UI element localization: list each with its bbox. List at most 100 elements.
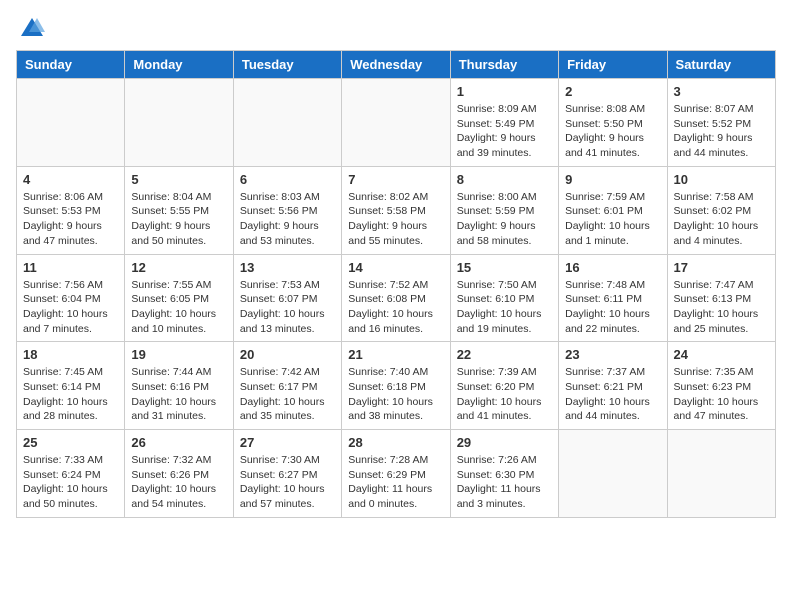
col-header-sunday: Sunday [17,51,125,79]
calendar-cell: 22Sunrise: 7:39 AM Sunset: 6:20 PM Dayli… [450,342,558,430]
calendar-cell: 28 Sunrise: 7:28 AM Sunset: 6:29 PM Dayli… [342,430,450,518]
calendar-week-2: 4 Sunrise: 8:06 AM Sunset: 5:53 PM Daylig… [17,166,776,254]
day-info: Sunrise: 7:32 AM Sunset: 6:26 PM Dayligh… [131,453,226,512]
day-info: Sunrise: 7:50 AM Sunset: 6:10 PM Dayligh… [457,278,552,337]
day-info: Sunrise: 7:56 AM Sunset: 6:04 PM Dayligh… [23,278,118,337]
calendar-cell: 7Sunrise: 8:02 AM Sunset: 5:58 PM Daylig… [342,166,450,254]
col-header-saturday: Saturday [667,51,775,79]
day-number: 1 [457,84,552,99]
day-info: Sunrise: 8:09 AM Sunset: 5:49 PM Dayligh… [457,102,552,161]
day-info: Sunrise: 8:03 AM Sunset: 5:56 PM Dayligh… [240,190,335,249]
calendar-cell: 21 Sunrise: 7:40 AM Sunset: 6:18 PM Dayli… [342,342,450,430]
day-number: 9 [565,172,660,187]
calendar-cell: 15 Sunrise: 7:50 AM Sunset: 6:10 PM Dayli… [450,254,558,342]
calendar-cell: 9 Sunrise: 7:59 AM Sunset: 6:01 PM Daylig… [559,166,667,254]
day-info: Sunrise: 7:58 AM Sunset: 6:02 PM Dayligh… [674,190,769,249]
calendar-cell: 2Sunrise: 8:08 AM Sunset: 5:50 PM Daylig… [559,79,667,167]
day-info: Sunrise: 7:53 AM Sunset: 6:07 PM Dayligh… [240,278,335,337]
calendar-cell [667,430,775,518]
day-number: 27 [240,435,335,450]
calendar-cell: 13 Sunrise: 7:53 AM Sunset: 6:07 PM Dayli… [233,254,341,342]
day-info: Sunrise: 7:42 AM Sunset: 6:17 PM Dayligh… [240,365,335,424]
calendar-cell: 18 Sunrise: 7:45 AM Sunset: 6:14 PM Dayli… [17,342,125,430]
day-info: Sunrise: 8:04 AM Sunset: 5:55 PM Dayligh… [131,190,226,249]
day-number: 19 [131,347,226,362]
day-info: Sunrise: 7:48 AM Sunset: 6:11 PM Dayligh… [565,278,660,337]
day-info: Sunrise: 8:06 AM Sunset: 5:53 PM Dayligh… [23,190,118,249]
calendar-cell: 10 Sunrise: 7:58 AM Sunset: 6:02 PM Dayli… [667,166,775,254]
day-number: 12 [131,260,226,275]
day-info: Sunrise: 8:07 AM Sunset: 5:52 PM Dayligh… [674,102,769,161]
day-number: 25 [23,435,118,450]
page-header [16,16,776,38]
calendar-cell: 26 Sunrise: 7:32 AM Sunset: 6:26 PM Dayli… [125,430,233,518]
day-number: 17 [674,260,769,275]
calendar-cell: 1 Sunrise: 8:09 AM Sunset: 5:49 PM Daylig… [450,79,558,167]
day-info: Sunrise: 7:28 AM Sunset: 6:29 PM Dayligh… [348,453,443,512]
day-info: Sunrise: 7:35 AM Sunset: 6:23 PM Dayligh… [674,365,769,424]
calendar-cell [559,430,667,518]
day-number: 18 [23,347,118,362]
calendar-cell [17,79,125,167]
col-header-monday: Monday [125,51,233,79]
day-number: 6 [240,172,335,187]
calendar-cell [342,79,450,167]
day-number: 23 [565,347,660,362]
day-info: Sunrise: 7:33 AM Sunset: 6:24 PM Dayligh… [23,453,118,512]
day-number: 21 [348,347,443,362]
day-number: 20 [240,347,335,362]
day-number: 29 [457,435,552,450]
logo-icon [19,14,45,40]
day-info: Sunrise: 7:40 AM Sunset: 6:18 PM Dayligh… [348,365,443,424]
calendar-week-3: 11 Sunrise: 7:56 AM Sunset: 6:04 PM Dayli… [17,254,776,342]
calendar-cell: 4 Sunrise: 8:06 AM Sunset: 5:53 PM Daylig… [17,166,125,254]
calendar-cell: 17 Sunrise: 7:47 AM Sunset: 6:13 PM Dayli… [667,254,775,342]
day-info: Sunrise: 8:00 AM Sunset: 5:59 PM Dayligh… [457,190,552,249]
day-number: 3 [674,84,769,99]
day-info: Sunrise: 8:08 AM Sunset: 5:50 PM Dayligh… [565,102,660,161]
day-number: 24 [674,347,769,362]
logo [16,16,45,38]
day-info: Sunrise: 7:30 AM Sunset: 6:27 PM Dayligh… [240,453,335,512]
col-header-wednesday: Wednesday [342,51,450,79]
calendar-week-5: 25 Sunrise: 7:33 AM Sunset: 6:24 PM Dayli… [17,430,776,518]
calendar-cell: 27 Sunrise: 7:30 AM Sunset: 6:27 PM Dayli… [233,430,341,518]
day-info: Sunrise: 7:37 AM Sunset: 6:21 PM Dayligh… [565,365,660,424]
day-number: 13 [240,260,335,275]
day-number: 15 [457,260,552,275]
day-info: Sunrise: 7:26 AM Sunset: 6:30 PM Dayligh… [457,453,552,512]
day-number: 26 [131,435,226,450]
calendar-cell [233,79,341,167]
calendar-cell: 11 Sunrise: 7:56 AM Sunset: 6:04 PM Dayli… [17,254,125,342]
col-header-friday: Friday [559,51,667,79]
calendar-cell: 14 Sunrise: 7:52 AM Sunset: 6:08 PM Dayli… [342,254,450,342]
calendar-week-1: 1 Sunrise: 8:09 AM Sunset: 5:49 PM Daylig… [17,79,776,167]
day-number: 7 [348,172,443,187]
day-info: Sunrise: 7:59 AM Sunset: 6:01 PM Dayligh… [565,190,660,249]
day-number: 11 [23,260,118,275]
calendar-cell: 16 Sunrise: 7:48 AM Sunset: 6:11 PM Dayli… [559,254,667,342]
day-info: Sunrise: 7:45 AM Sunset: 6:14 PM Dayligh… [23,365,118,424]
day-number: 10 [674,172,769,187]
calendar-cell: 8 Sunrise: 8:00 AM Sunset: 5:59 PM Daylig… [450,166,558,254]
calendar-cell: 12 Sunrise: 7:55 AM Sunset: 6:05 PM Dayli… [125,254,233,342]
day-number: 4 [23,172,118,187]
calendar-cell: 23 Sunrise: 7:37 AM Sunset: 6:21 PM Dayli… [559,342,667,430]
col-header-tuesday: Tuesday [233,51,341,79]
day-number: 28 [348,435,443,450]
day-number: 14 [348,260,443,275]
calendar-table: SundayMondayTuesdayWednesdayThursdayFrid… [16,50,776,518]
calendar-week-4: 18 Sunrise: 7:45 AM Sunset: 6:14 PM Dayli… [17,342,776,430]
calendar-cell: 19 Sunrise: 7:44 AM Sunset: 6:16 PM Dayli… [125,342,233,430]
day-info: Sunrise: 7:52 AM Sunset: 6:08 PM Dayligh… [348,278,443,337]
calendar-cell: 3 Sunrise: 8:07 AM Sunset: 5:52 PM Daylig… [667,79,775,167]
calendar-cell: 6 Sunrise: 8:03 AM Sunset: 5:56 PM Daylig… [233,166,341,254]
day-info: Sunrise: 7:55 AM Sunset: 6:05 PM Dayligh… [131,278,226,337]
day-number: 8 [457,172,552,187]
day-info: Sunrise: 7:39 AM Sunset: 6:20 PM Dayligh… [457,365,552,424]
day-info: Sunrise: 7:44 AM Sunset: 6:16 PM Dayligh… [131,365,226,424]
day-number: 16 [565,260,660,275]
day-info: Sunrise: 7:47 AM Sunset: 6:13 PM Dayligh… [674,278,769,337]
col-header-thursday: Thursday [450,51,558,79]
calendar-cell: 29 Sunrise: 7:26 AM Sunset: 6:30 PM Dayli… [450,430,558,518]
